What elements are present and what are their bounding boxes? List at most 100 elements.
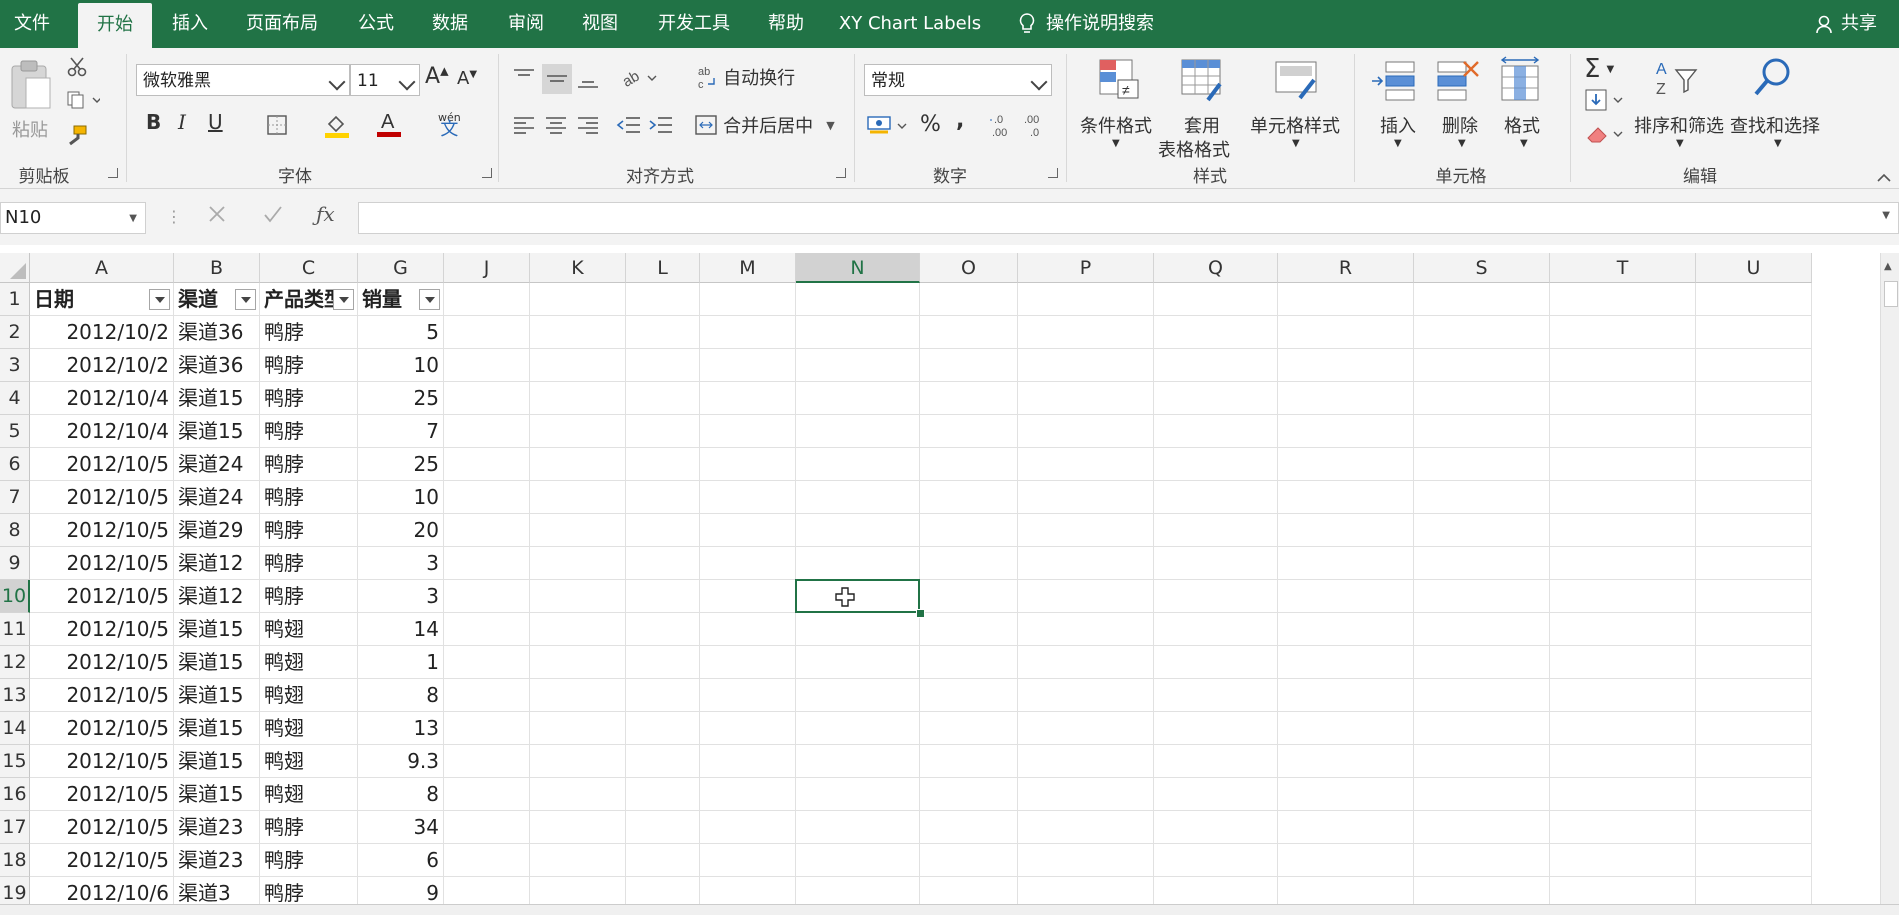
paste-button[interactable]: 粘贴 xyxy=(8,58,60,144)
cell-j5[interactable] xyxy=(444,415,530,448)
cell-p9[interactable] xyxy=(1018,547,1154,580)
table-cell-sales[interactable]: 7 xyxy=(358,415,444,448)
cell-n2[interactable] xyxy=(796,316,920,349)
cell-j6[interactable] xyxy=(444,448,530,481)
row-header[interactable]: 16 xyxy=(0,778,30,811)
table-cell-sales[interactable]: 3 xyxy=(358,580,444,613)
cut-button[interactable] xyxy=(66,56,88,84)
table-cell-channel[interactable]: 渠道23 xyxy=(174,811,260,844)
cell-t17[interactable] xyxy=(1550,811,1696,844)
cell-r8[interactable] xyxy=(1278,514,1414,547)
table-cell-product[interactable]: 鸭脖 xyxy=(260,415,358,448)
format-painter-button[interactable] xyxy=(66,124,88,152)
table-cell-sales[interactable]: 14 xyxy=(358,613,444,646)
cell-l16[interactable] xyxy=(626,778,700,811)
cell-l8[interactable] xyxy=(626,514,700,547)
cell-s16[interactable] xyxy=(1414,778,1550,811)
cell-p3[interactable] xyxy=(1018,349,1154,382)
italic-button[interactable]: I xyxy=(178,110,186,134)
cell-j14[interactable] xyxy=(444,712,530,745)
cell-q11[interactable] xyxy=(1154,613,1278,646)
cell-n3[interactable] xyxy=(796,349,920,382)
cell-l10[interactable] xyxy=(626,580,700,613)
row-header[interactable]: 1 xyxy=(0,283,30,316)
cell-u15[interactable] xyxy=(1696,745,1812,778)
align-bottom-button[interactable] xyxy=(576,66,600,94)
cell-q16[interactable] xyxy=(1154,778,1278,811)
cell-m1[interactable] xyxy=(700,283,796,316)
cell-r11[interactable] xyxy=(1278,613,1414,646)
cell-u17[interactable] xyxy=(1696,811,1812,844)
cell-p1[interactable] xyxy=(1018,283,1154,316)
table-cell-channel[interactable]: 渠道15 xyxy=(174,382,260,415)
table-cell-product[interactable]: 鸭脖 xyxy=(260,514,358,547)
column-header-j[interactable]: J xyxy=(444,253,530,283)
cell-t16[interactable] xyxy=(1550,778,1696,811)
percent-style-button[interactable]: % xyxy=(920,112,941,137)
merge-center-button[interactable]: 合并后居中 ▼ xyxy=(694,112,835,142)
cell-k3[interactable] xyxy=(530,349,626,382)
cell-p14[interactable] xyxy=(1018,712,1154,745)
cell-r17[interactable] xyxy=(1278,811,1414,844)
table-cell-product[interactable]: 鸭脖 xyxy=(260,316,358,349)
row-header[interactable]: 5 xyxy=(0,415,30,448)
cell-l18[interactable] xyxy=(626,844,700,877)
cell-t4[interactable] xyxy=(1550,382,1696,415)
cell-n17[interactable] xyxy=(796,811,920,844)
row-header[interactable]: 13 xyxy=(0,679,30,712)
cell-s17[interactable] xyxy=(1414,811,1550,844)
cell-s3[interactable] xyxy=(1414,349,1550,382)
table-cell-channel[interactable]: 渠道29 xyxy=(174,514,260,547)
column-header-t[interactable]: T xyxy=(1550,253,1696,283)
row-header[interactable]: 15 xyxy=(0,745,30,778)
cell-t11[interactable] xyxy=(1550,613,1696,646)
format-cells-button[interactable]: 格式 ▼ xyxy=(1496,56,1554,156)
cell-j8[interactable] xyxy=(444,514,530,547)
increase-decimal-button[interactable]: .0.00 xyxy=(990,112,1018,142)
table-cell-date[interactable]: 2012/10/5 xyxy=(30,613,174,646)
cell-k18[interactable] xyxy=(530,844,626,877)
scroll-thumb[interactable] xyxy=(1884,281,1898,307)
cell-q2[interactable] xyxy=(1154,316,1278,349)
tab-view[interactable]: 视图 xyxy=(570,0,630,48)
table-cell-product[interactable]: 鸭脖 xyxy=(260,811,358,844)
cell-t1[interactable] xyxy=(1550,283,1696,316)
cell-m16[interactable] xyxy=(700,778,796,811)
cell-q5[interactable] xyxy=(1154,415,1278,448)
select-all-button[interactable] xyxy=(0,253,30,283)
align-left-button[interactable] xyxy=(512,114,536,140)
cell-l1[interactable] xyxy=(626,283,700,316)
cell-q9[interactable] xyxy=(1154,547,1278,580)
table-cell-product[interactable]: 鸭翅 xyxy=(260,712,358,745)
row-header[interactable]: 2 xyxy=(0,316,30,349)
cell-styles-button[interactable]: 单元格样式 ▼ xyxy=(1248,56,1344,156)
cell-p16[interactable] xyxy=(1018,778,1154,811)
tab-insert[interactable]: 插入 xyxy=(160,0,220,48)
cell-k11[interactable] xyxy=(530,613,626,646)
cell-o8[interactable] xyxy=(920,514,1018,547)
table-cell-product[interactable]: 鸭脖 xyxy=(260,448,358,481)
table-cell-product[interactable]: 鸭翅 xyxy=(260,613,358,646)
table-cell-date[interactable]: 2012/10/4 xyxy=(30,415,174,448)
cell-j9[interactable] xyxy=(444,547,530,580)
table-cell-sales[interactable]: 1 xyxy=(358,646,444,679)
orientation-button[interactable]: ab xyxy=(620,66,660,94)
column-header-c[interactable]: C xyxy=(260,253,358,283)
tab-formulas[interactable]: 公式 xyxy=(346,0,406,48)
cell-l13[interactable] xyxy=(626,679,700,712)
cell-l17[interactable] xyxy=(626,811,700,844)
cell-l15[interactable] xyxy=(626,745,700,778)
cell-o5[interactable] xyxy=(920,415,1018,448)
cell-p2[interactable] xyxy=(1018,316,1154,349)
cell-k2[interactable] xyxy=(530,316,626,349)
cell-r10[interactable] xyxy=(1278,580,1414,613)
cell-k5[interactable] xyxy=(530,415,626,448)
number-format-select[interactable]: 常规 xyxy=(864,64,1052,96)
accounting-format-button[interactable] xyxy=(866,114,910,142)
tab-home[interactable]: 开始 xyxy=(78,3,152,48)
cell-r9[interactable] xyxy=(1278,547,1414,580)
table-cell-sales[interactable]: 3 xyxy=(358,547,444,580)
cell-o10[interactable] xyxy=(920,580,1018,613)
cell-m18[interactable] xyxy=(700,844,796,877)
cell-l4[interactable] xyxy=(626,382,700,415)
